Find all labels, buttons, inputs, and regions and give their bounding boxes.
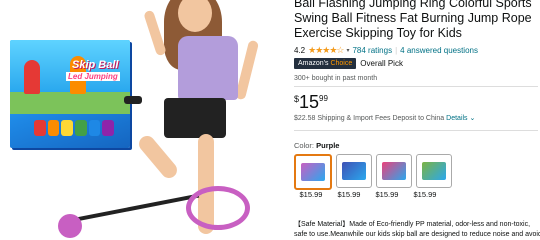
details-link[interactable]: Details <box>446 115 467 122</box>
swatch-green[interactable] <box>416 154 452 188</box>
divider <box>294 86 538 87</box>
amazons-choice-row: Amazon's Choice Overall Pick <box>294 58 403 69</box>
variant-price: $15.99 <box>413 190 437 199</box>
import-fees: $22.58 Shipping & Import Fees Deposit to… <box>294 115 476 122</box>
ankle-ring <box>186 186 250 230</box>
rating-row: 4.2 ★★★★☆ ▾ 784 ratings | 4 answered que… <box>294 45 478 56</box>
product-title: Ball Flashing Jumping Ring Colorful Spor… <box>294 0 532 40</box>
feature-bullet: 【Safe Material】Made of Eco-friendly PP m… <box>294 221 540 238</box>
chevron-down-icon[interactable]: ▾ <box>346 47 349 54</box>
price: $ 15 99 <box>294 92 328 112</box>
girl-shorts <box>164 98 226 138</box>
ratings-count-link[interactable]: 784 ratings <box>352 46 392 55</box>
product-info: Ball Flashing Jumping Ring Colorful Spor… <box>286 0 540 240</box>
answered-questions-link[interactable]: 4 answered questions <box>400 46 478 55</box>
swatch-pink[interactable] <box>376 154 412 188</box>
divider <box>294 130 538 131</box>
variant-price: $15.99 <box>337 190 361 199</box>
variant-price: $15.99 <box>299 190 323 199</box>
bought-past-month: 300+ bought in past month <box>294 75 378 82</box>
chevron-down-icon[interactable]: ⌄ <box>470 115 476 122</box>
skip-ball <box>58 214 82 238</box>
jump-rope <box>70 193 200 223</box>
rating-stars-icon[interactable]: ★★★★☆ <box>308 45 344 56</box>
box-subtitle: Led Jumping <box>66 72 120 81</box>
box-title: Skip Ball <box>72 59 119 71</box>
product-image[interactable]: Skip Ball Led Jumping <box>0 0 280 240</box>
variant-prices: $15.99 $15.99 $15.99 $15.99 <box>294 190 442 199</box>
amazons-choice-badge[interactable]: Amazon's Choice <box>294 58 357 69</box>
packaging-box-image: Skip Ball Led Jumping <box>10 40 130 148</box>
swatch-purple[interactable] <box>294 154 332 190</box>
overall-pick-label: Overall Pick <box>360 59 403 68</box>
girl-shirt <box>178 36 238 100</box>
rating-value: 4.2 <box>294 46 306 55</box>
variant-price: $15.99 <box>375 190 399 199</box>
color-swatches <box>294 154 452 190</box>
color-selector-label: Color: Purple <box>294 141 340 150</box>
swatch-blue[interactable] <box>336 154 372 188</box>
